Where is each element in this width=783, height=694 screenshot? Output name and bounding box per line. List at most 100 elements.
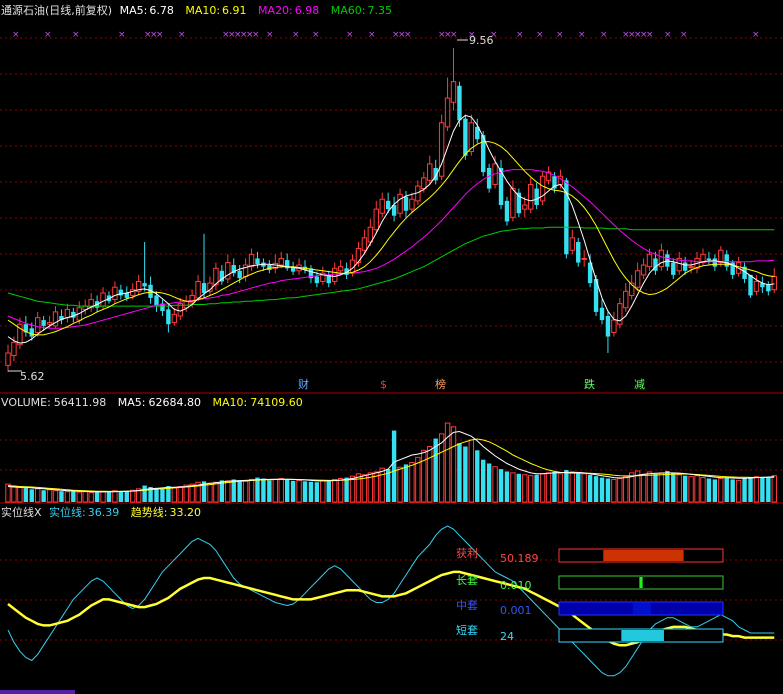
volume-bar: [534, 474, 539, 502]
candle-body: [706, 258, 712, 261]
volume-bar: [450, 426, 457, 503]
candle-body: [564, 180, 569, 255]
top-marker: ×: [516, 30, 524, 40]
candle-body: [510, 188, 516, 218]
volume-bar: [498, 469, 504, 502]
event-label-bang: 榜: [435, 377, 446, 391]
volume-bar: [688, 476, 694, 503]
candle-body: [748, 274, 753, 296]
candle-body: [11, 341, 17, 356]
low-label: 5.62: [20, 370, 45, 383]
candle-body: [154, 295, 159, 307]
candle-body: [671, 262, 676, 275]
volume-bar: [492, 466, 498, 503]
candle-body: [124, 292, 129, 298]
volume-bar: [183, 484, 189, 503]
indicator-name: 实位线X: [1, 505, 42, 519]
candle-body: [237, 270, 242, 279]
top-marker: ×: [556, 30, 564, 40]
volume-bar: [468, 439, 475, 503]
top-marker: ×: [178, 30, 186, 40]
volume-bar: [248, 478, 255, 503]
candle-body: [41, 320, 46, 326]
volume-bar: [611, 478, 617, 503]
volume-bar: [564, 470, 569, 502]
top-marker: ×: [156, 30, 164, 40]
panel-value-profit: 50.189: [500, 552, 539, 565]
panel-label-short: 短套: [456, 623, 478, 637]
top-marker: ×: [578, 30, 586, 40]
volume-bar: [397, 466, 403, 503]
volume-value: 56411.98: [54, 396, 107, 409]
candle-body: [611, 319, 617, 333]
candle-body: [379, 198, 385, 214]
candle-body: [504, 200, 510, 222]
volume-bar: [421, 449, 427, 503]
event-label-die: 跌: [584, 377, 595, 391]
volume-bar: [557, 473, 564, 503]
volume-bar: [17, 485, 23, 503]
volume-bar: [427, 446, 433, 503]
volume-bar: [504, 471, 510, 502]
volume-bar: [724, 477, 729, 502]
candle-body: [766, 284, 771, 292]
candle-body: [361, 237, 368, 251]
top-marker: ×: [600, 30, 608, 40]
volume-bar: [391, 430, 397, 502]
volume-header: VOLUME: 56411.98 MA5: 62684.80 MA10: 74109.…: [1, 396, 303, 409]
chart-background: [0, 0, 783, 694]
candle-body: [682, 262, 688, 271]
candle-body: [640, 264, 647, 276]
volume-bar: [581, 473, 587, 503]
panel-value-long: 0.010: [500, 579, 532, 592]
candle-body: [46, 322, 53, 325]
volume-bar: [213, 481, 219, 503]
top-marker: ×: [450, 30, 458, 40]
candle-body: [688, 266, 694, 269]
volume-ma10-label: MA10:: [213, 396, 248, 409]
volume-bar: [545, 472, 552, 503]
stock-chart: × × × × ××× × ×××××× × × × × × ××× ××× × × × × × × × ××××× × × ×…: [0, 0, 783, 694]
volume-bar: [255, 477, 260, 502]
trend-label: 趋势线:: [131, 505, 168, 519]
bottom-status-strip: [0, 690, 75, 694]
volume-bar: [29, 489, 34, 502]
top-marker: ×: [536, 30, 544, 40]
top-marker: ×: [346, 30, 354, 40]
volume-bar: [760, 477, 765, 502]
ma20-value: 6.98: [295, 4, 320, 17]
volume-bar: [463, 446, 468, 502]
panel-fill-profit: [603, 550, 684, 561]
volume-bar: [444, 422, 451, 503]
candle-body: [409, 198, 415, 210]
volume-bar: [735, 479, 742, 503]
volume-bar: [676, 474, 682, 503]
candle-body: [450, 81, 457, 103]
volume-bar: [94, 492, 100, 502]
candle-body: [195, 280, 201, 299]
volume-bar: [671, 472, 676, 502]
volume-bar: [231, 479, 236, 502]
candle-body: [421, 177, 427, 190]
candle-body: [314, 276, 320, 284]
top-marker: ×: [118, 30, 126, 40]
candle-body: [64, 308, 71, 319]
volume-bar: [118, 491, 124, 502]
top-marker: ×: [12, 30, 20, 40]
candle-body: [427, 163, 433, 181]
candle-body: [367, 226, 374, 243]
volume-bar: [88, 492, 94, 503]
indicator-header: 实位线X 实位线: 36.39 趋势线: 33.20: [1, 505, 201, 519]
top-marker: ×: [266, 30, 274, 40]
panel-value-mid: 0.001: [500, 604, 532, 617]
volume-bar: [623, 476, 629, 503]
candle-body: [201, 283, 207, 293]
volume-bar: [59, 491, 64, 502]
volume-bar: [665, 470, 670, 502]
candle-body: [528, 183, 534, 210]
volume-bar: [694, 475, 700, 503]
volume-bar: [35, 488, 41, 503]
top-marker: ×: [312, 30, 320, 40]
volume-bar: [481, 459, 486, 502]
panel-label-long: 长套: [456, 574, 478, 587]
